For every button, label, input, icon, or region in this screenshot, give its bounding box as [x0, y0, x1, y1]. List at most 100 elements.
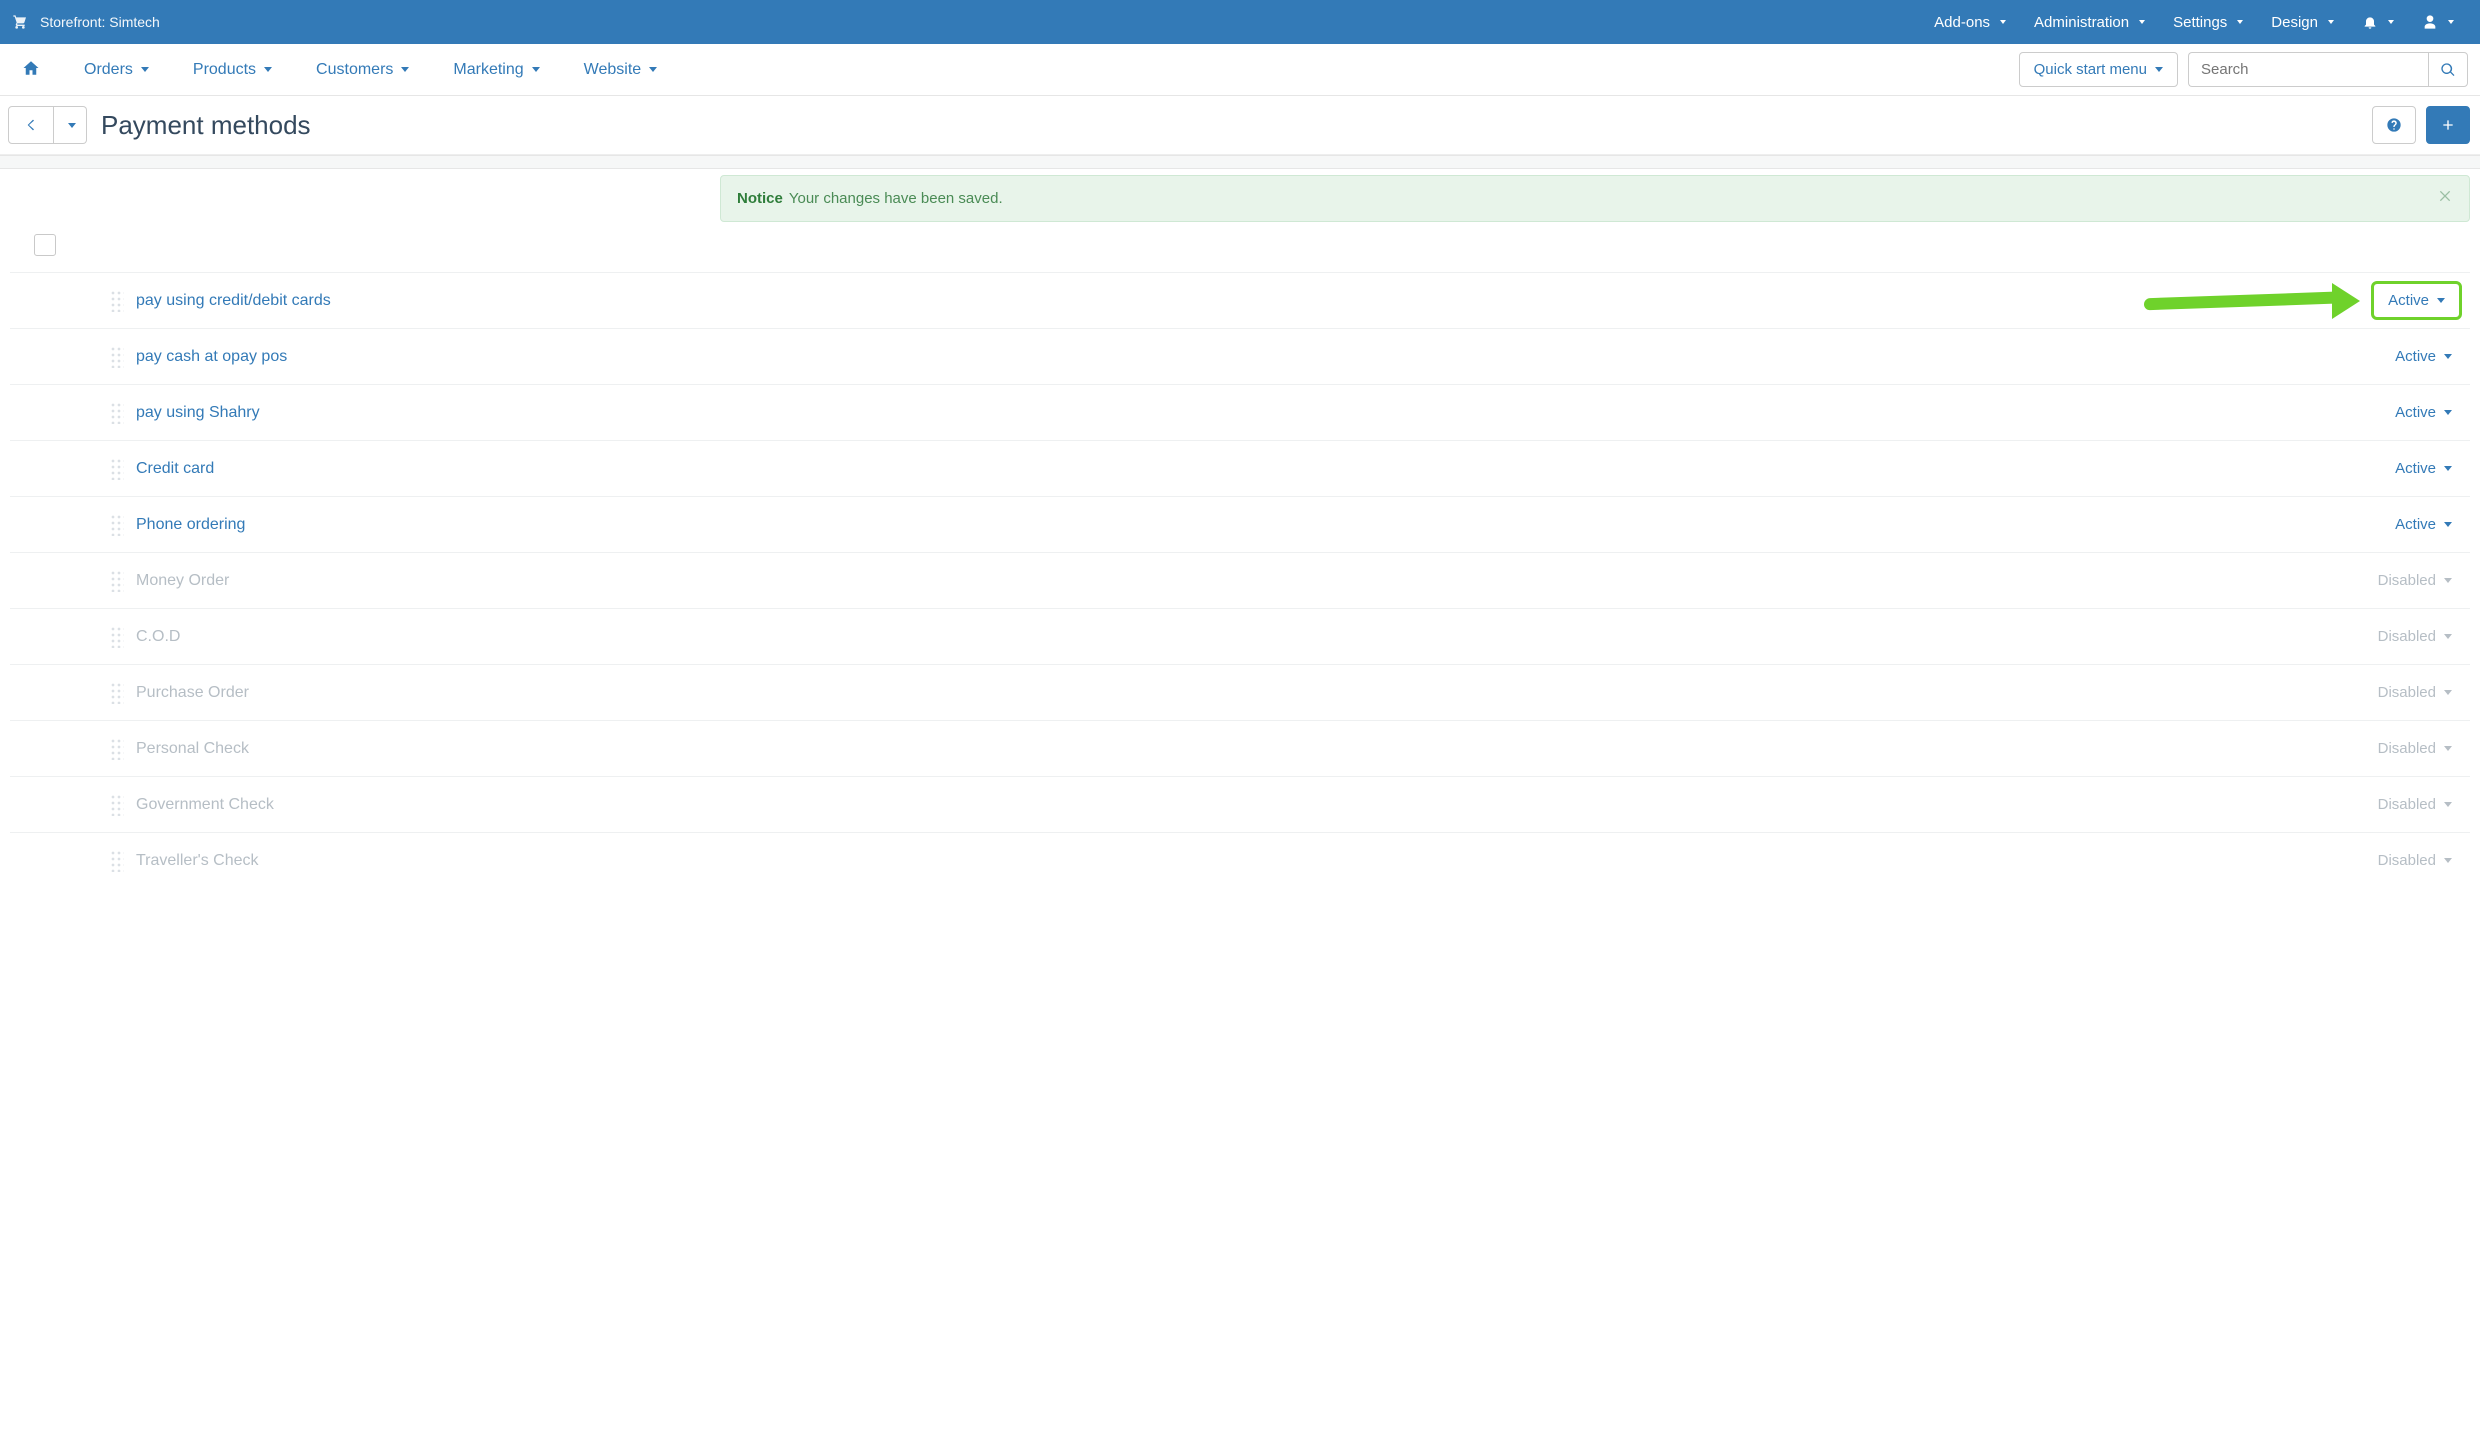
- nav-marketing[interactable]: Marketing: [443, 61, 549, 79]
- status-selector[interactable]: Disabled: [2368, 622, 2462, 651]
- payment-method-name[interactable]: Purchase Order: [136, 684, 249, 702]
- status-label: Disabled: [2378, 740, 2436, 757]
- storefront-selector[interactable]: Storefront: Simtech: [40, 14, 160, 30]
- status-selector[interactable]: Active: [2371, 281, 2462, 320]
- search-button[interactable]: [2428, 52, 2468, 87]
- status-label: Disabled: [2378, 796, 2436, 813]
- caret-down-icon: [68, 123, 76, 128]
- add-button[interactable]: [2426, 106, 2470, 144]
- drag-handle-icon[interactable]: [110, 682, 124, 704]
- storefront-name: Simtech: [109, 14, 160, 30]
- status-selector[interactable]: Active: [2385, 342, 2462, 371]
- home-button[interactable]: [12, 59, 50, 80]
- caret-down-icon: [2448, 20, 2454, 24]
- annotation-arrow: [2144, 283, 2360, 319]
- caret-down-icon: [2444, 354, 2452, 359]
- status-label: Disabled: [2378, 572, 2436, 589]
- nav-products[interactable]: Products: [183, 61, 282, 79]
- caret-down-icon: [2139, 20, 2145, 24]
- caret-down-icon: [2237, 20, 2243, 24]
- status-selector[interactable]: Disabled: [2368, 566, 2462, 595]
- payment-method-name[interactable]: C.O.D: [136, 628, 180, 646]
- drag-handle-icon[interactable]: [110, 402, 124, 424]
- status-label: Active: [2395, 404, 2436, 421]
- drag-handle-icon[interactable]: [110, 290, 124, 312]
- back-dropdown[interactable]: [54, 106, 87, 144]
- menu-settings[interactable]: Settings: [2159, 0, 2257, 44]
- account-button[interactable]: [2408, 0, 2468, 44]
- payment-method-row: Money Order Disabled: [10, 552, 2470, 608]
- drag-handle-icon[interactable]: [110, 626, 124, 648]
- notice: Notice Your changes have been saved.: [720, 175, 2470, 222]
- nav-customers[interactable]: Customers: [306, 61, 419, 79]
- caret-down-icon: [649, 67, 657, 72]
- help-icon: [2386, 117, 2402, 133]
- menu-addons[interactable]: Add-ons: [1920, 0, 2020, 44]
- caret-down-icon: [2444, 466, 2452, 471]
- back-button[interactable]: [8, 106, 54, 144]
- caret-down-icon: [2388, 20, 2394, 24]
- payment-method-row: C.O.D Disabled: [10, 608, 2470, 664]
- status-label: Active: [2395, 460, 2436, 477]
- status-label: Active: [2395, 348, 2436, 365]
- drag-handle-icon[interactable]: [110, 458, 124, 480]
- payment-methods-list: pay using credit/debit cards Active pay ca…: [0, 228, 2480, 908]
- nav-website[interactable]: Website: [574, 61, 668, 79]
- home-icon: [22, 59, 40, 77]
- payment-method-row: Government Check Disabled: [10, 776, 2470, 832]
- payment-method-row: Credit card Active: [10, 440, 2470, 496]
- status-selector[interactable]: Active: [2385, 398, 2462, 427]
- payment-method-name[interactable]: Phone ordering: [136, 516, 245, 534]
- search-input[interactable]: [2188, 52, 2428, 87]
- drag-handle-icon[interactable]: [110, 346, 124, 368]
- payment-method-name[interactable]: pay cash at opay pos: [136, 348, 287, 366]
- notice-label: Notice: [737, 190, 783, 207]
- storefront-prefix: Storefront:: [40, 14, 105, 30]
- notice-close[interactable]: [2437, 188, 2453, 209]
- payment-method-name[interactable]: Credit card: [136, 460, 214, 478]
- nav-orders[interactable]: Orders: [74, 61, 159, 79]
- payment-method-name[interactable]: Traveller's Check: [136, 852, 259, 870]
- menu-design[interactable]: Design: [2257, 0, 2348, 44]
- caret-down-icon: [2437, 298, 2445, 303]
- payment-method-name[interactable]: pay using credit/debit cards: [136, 292, 331, 310]
- drag-handle-icon[interactable]: [110, 850, 124, 872]
- plus-icon: [2440, 117, 2456, 133]
- notifications-button[interactable]: [2348, 0, 2408, 44]
- status-selector[interactable]: Disabled: [2368, 734, 2462, 763]
- status-selector[interactable]: Disabled: [2368, 846, 2462, 875]
- help-button[interactable]: [2372, 106, 2416, 144]
- payment-method-row: pay using credit/debit cards Active: [10, 272, 2470, 328]
- payment-method-name[interactable]: pay using Shahry: [136, 404, 260, 422]
- search-group: [2188, 52, 2468, 87]
- drag-handle-icon[interactable]: [110, 738, 124, 760]
- caret-down-icon: [2444, 578, 2452, 583]
- drag-handle-icon[interactable]: [110, 570, 124, 592]
- separator: [0, 155, 2480, 169]
- payment-method-name[interactable]: Government Check: [136, 796, 274, 814]
- caret-down-icon: [2444, 634, 2452, 639]
- cart-icon: [12, 14, 28, 30]
- payment-method-row: Phone ordering Active: [10, 496, 2470, 552]
- caret-down-icon: [401, 67, 409, 72]
- status-selector[interactable]: Active: [2385, 510, 2462, 539]
- select-all-checkbox[interactable]: [34, 234, 56, 256]
- caret-down-icon: [2444, 858, 2452, 863]
- drag-handle-icon[interactable]: [110, 794, 124, 816]
- search-icon: [2440, 62, 2456, 78]
- payment-method-name[interactable]: Personal Check: [136, 740, 249, 758]
- status-selector[interactable]: Disabled: [2368, 678, 2462, 707]
- caret-down-icon: [141, 67, 149, 72]
- status-selector[interactable]: Active: [2385, 454, 2462, 483]
- drag-handle-icon[interactable]: [110, 514, 124, 536]
- menu-administration[interactable]: Administration: [2020, 0, 2159, 44]
- payment-method-row: Personal Check Disabled: [10, 720, 2470, 776]
- caret-down-icon: [2444, 802, 2452, 807]
- status-label: Active: [2388, 292, 2429, 309]
- back-button-group: [8, 106, 87, 144]
- status-label: Active: [2395, 516, 2436, 533]
- status-label: Disabled: [2378, 628, 2436, 645]
- payment-method-name[interactable]: Money Order: [136, 572, 229, 590]
- status-selector[interactable]: Disabled: [2368, 790, 2462, 819]
- quick-start-menu[interactable]: Quick start menu: [2019, 52, 2178, 87]
